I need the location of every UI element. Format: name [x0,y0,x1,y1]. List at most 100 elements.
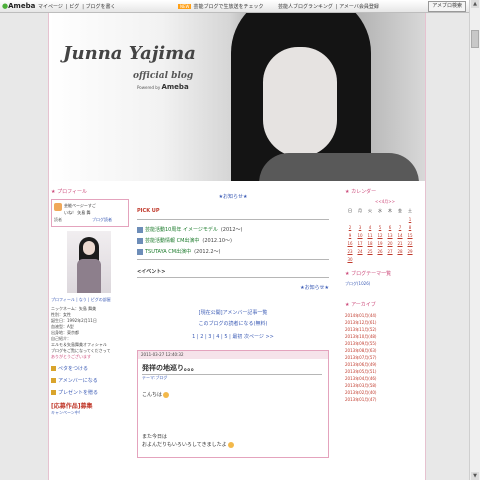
profile-box[interactable]: 芸能ページーすご いね！ 矢島 舞 読者 ブログ読者 [51,199,129,227]
archive-item[interactable]: 2013年07月(57) [345,354,425,361]
amember-link[interactable]: アメンバーになる [51,377,129,384]
theme-link[interactable]: ブログ(1026) [345,281,425,287]
calendar-weekday: 日 [348,208,352,213]
archive-item[interactable]: 2013年09月(55) [345,340,425,347]
promo-text[interactable]: 芸能ブログで生放送をチェック [193,4,263,10]
calendar-day[interactable]: 22 [405,241,415,246]
calendar-day[interactable]: 4 [365,225,375,230]
subscribe-link[interactable]: このブログの読者になる(無料) [137,320,329,327]
archive-item[interactable]: 2013年11月(52) [345,326,425,333]
scroll-up-icon[interactable]: ▲ [471,0,479,8]
calendar-day[interactable]: 24 [355,249,365,254]
archive-item[interactable]: 2013年06月(49) [345,361,425,368]
calendar-day[interactable]: 12 [375,233,385,238]
archive-item[interactable]: 2013年04月(46) [345,375,425,382]
register-link[interactable]: アメーバ会員登録 [339,4,379,10]
scroll-down-icon[interactable]: ▼ [471,472,479,480]
calendar-day[interactable]: 13 [385,233,395,238]
calendar-day[interactable]: 21 [395,241,405,246]
header-photo-face [263,47,337,157]
calendar-day[interactable]: 7 [395,225,405,230]
archive-item[interactable]: 2013年01月(47) [345,396,425,403]
profile-photo[interactable] [67,231,111,293]
scroll-thumb[interactable] [471,30,479,48]
calendar-day [405,257,415,262]
blog-search-button[interactable]: アメブロ検索 [428,1,466,12]
calendar-day[interactable]: 27 [385,249,395,254]
calendar-day[interactable]: 9 [345,233,355,238]
theme-heading: ★ ブログテーマ一覧 [345,271,392,277]
topbar-promo[interactable]: NEW 芸能ブログで生放送をチェック [178,3,264,10]
calendar-day[interactable]: 15 [405,233,415,238]
video-icon [137,248,143,255]
notice-footer: ★お知らせ★ [300,285,329,291]
divider [137,277,329,278]
calendar-weekday: 土 [408,208,412,213]
calendar-day[interactable]: 30 [345,257,355,262]
header-photo-body [259,153,419,181]
calendar-day[interactable]: 26 [375,249,385,254]
calendar-day[interactable]: 3 [355,225,365,230]
video-icon [137,237,143,244]
archive-item[interactable]: 2013年12月(61) [345,319,425,326]
peta-link[interactable]: ペタをつける [51,365,129,372]
entry-title[interactable]: 発祥の地巡り。。。 [142,363,322,375]
calendar-day[interactable]: 28 [395,249,405,254]
ameba-logo[interactable]: ●Ameba [2,2,35,10]
calendar-day[interactable]: 25 [365,249,375,254]
calendar-day[interactable]: 8 [405,225,415,230]
mypage-link[interactable]: マイページ [38,4,63,10]
archive-item[interactable]: 2013年10月(48) [345,333,425,340]
pickup-item[interactable]: 芸能活動10周年 イメージモデル (2012〜) [137,226,329,233]
present-icon [51,390,56,395]
divider [137,219,329,220]
profile-text-line: ありがとうございます [51,354,91,359]
calendar-day[interactable]: 1 [405,217,415,222]
calendar-day[interactable]: 17 [355,241,365,246]
calendar-weekday: 金 [398,208,402,213]
calendar-weekday: 水 [378,208,382,213]
calendar-weekday: 木 [388,208,392,213]
calendar-day[interactable]: 5 [375,225,385,230]
blog-header[interactable]: Junna Yajima official blog Powered by Am… [49,13,425,181]
calendar-day [395,257,405,262]
calendar-day[interactable]: 6 [385,225,395,230]
amember-list-link[interactable]: [現在公開]アメンバー記事一覧 [137,309,329,316]
pickup-item[interactable]: TSUTAYA CM出演中 (2012.2〜) [137,248,329,255]
topbar-right-links: 芸能人ブログランキング | アメーバ会員登録 [278,4,379,10]
calendar-day[interactable]: 10 [355,233,365,238]
archive-item[interactable]: 2013年05月(51) [345,368,425,375]
archive-item[interactable]: 2013年02月(40) [345,389,425,396]
archive-item[interactable]: 2013年03月(58) [345,382,425,389]
pagination[interactable]: 1 | 2 | 3 | 4 | 5 | 最初 次ページ >> [137,333,329,340]
profile-links[interactable]: プロフィール | なう | ピグの部屋 [51,297,129,303]
campaign-heading[interactable]: [応募作品]募集 [51,401,129,410]
calendar-day[interactable]: 2 [345,225,355,230]
pigg-link[interactable]: ピグ [69,4,79,10]
entry-theme[interactable]: テーマ:ブログ [142,375,167,381]
ranking-link[interactable]: 芸能人ブログランキング [278,4,333,10]
campaign-sub[interactable]: キャンペーン中! [51,410,129,416]
calendar-day[interactable]: 18 [365,241,375,246]
write-blog-link[interactable]: ブログを書く [85,4,115,10]
calendar-day[interactable]: 11 [365,233,375,238]
entry-text: こんちは [142,391,170,398]
entry-date: 2011-03-27 12:40:32 [138,351,328,359]
profile-box-reader-link[interactable]: ブログ読者 [92,217,112,223]
entry-text: およんだりもいろいろしてきましたよ [142,441,234,448]
archive-item[interactable]: 2014年01月(44) [345,312,425,319]
calendar-month-nav[interactable]: <<4月>> [345,199,425,205]
vertical-scrollbar[interactable]: ▲ ▼ [469,0,480,480]
calendar-day[interactable]: 16 [345,241,355,246]
pickup-item[interactable]: 芸能活動情報 CM出演中 (2012.10〜) [137,237,329,244]
right-sidebar: ★ カレンダー <<4月>> 日月火水木金土 1 2 3 4 5 6 7 8 9 10 11 12 13 1… [345,188,425,403]
video-icon [137,226,143,233]
calendar-day[interactable]: 14 [395,233,405,238]
calendar-day[interactable]: 23 [345,249,355,254]
calendar-day[interactable]: 19 [375,241,385,246]
calendar-day[interactable]: 29 [405,249,415,254]
calendar-day[interactable]: 20 [385,241,395,246]
present-link[interactable]: プレゼントを贈る [51,389,129,396]
archive-item[interactable]: 2013年08月(63) [345,347,425,354]
calendar: <<4月>> 日月火水木金土 1 2 3 4 5 6 7 8 9 10 11 12 13 14 15 16 17 1… [345,199,425,262]
